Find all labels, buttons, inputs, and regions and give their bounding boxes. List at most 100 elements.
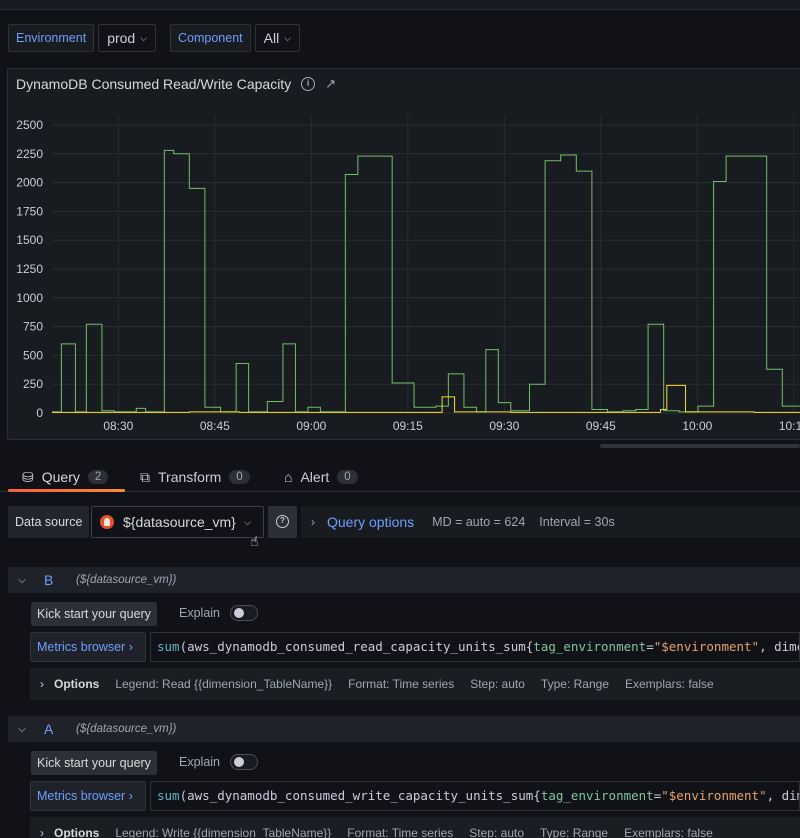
tab-query[interactable]: ⛁ Query 2 (22, 462, 109, 492)
query-options-label: Query options (327, 514, 415, 530)
tab-alert[interactable]: ⌂ Alert 0 (284, 462, 358, 492)
tab-alert-label: Alert (300, 469, 330, 485)
expr-rest: , dimension_TableName=~"$component.*"}) … (766, 788, 799, 803)
x-tick-label: 08:45 (200, 419, 230, 433)
options-step: Step: auto (469, 826, 525, 838)
query-editor-row: Metrics browser › sum(aws_dynamodb_consu… (30, 632, 800, 662)
options-title: Options (54, 677, 100, 691)
y-tick-label: 1500 (16, 233, 43, 247)
chevron-down-icon: ⌵ (244, 517, 251, 527)
editor-tabs: ⛁ Query 2 ⧉ Transform 0 ⌂ Alert 0 (0, 462, 800, 492)
expr-label-key: tag_environment (540, 788, 654, 803)
query-expression-input[interactable]: sum(aws_dynamodb_consumed_read_capacity_… (150, 632, 800, 662)
tab-transform-count: 0 (229, 470, 250, 484)
series-line (52, 149, 800, 413)
kick-start-query-button[interactable]: Kick start your query (31, 751, 157, 775)
top-navbar (0, 0, 800, 10)
options-format: Format: Time series (348, 677, 455, 691)
y-tick-label: 1250 (16, 262, 43, 276)
metrics-browser-label: Metrics browser (37, 640, 126, 654)
variable-label-environment: Environment (8, 24, 95, 52)
query-options-row[interactable]: › Options Legend: Read {{dimension_Table… (30, 668, 800, 700)
options-type: Type: Range (540, 826, 609, 838)
y-tick-label: 2250 (16, 147, 43, 161)
collapse-chevron-icon[interactable]: ⌵ (8, 575, 36, 586)
datasource-value: ${datasource_vm} (123, 514, 236, 530)
expr-label-key: tag_environment (533, 639, 647, 654)
y-tick-label: 250 (23, 377, 43, 391)
options-title: Options (54, 826, 100, 838)
query-row-header[interactable]: ⌵ B (${datasource_vm}) (8, 567, 800, 593)
kick-start-query-button[interactable]: Kick start your query (31, 602, 157, 626)
tab-query-label: Query (41, 469, 80, 485)
environment-select-value: prod (107, 30, 136, 46)
query-options[interactable]: › Query options MD = auto = 624 Interval… (301, 506, 800, 538)
options-exemplars: Exemplars: false (624, 677, 714, 691)
time-series-chart[interactable]: 0 250 500 750 1000 1250 1500 1750 2000 2250 2500 08… (8, 69, 800, 441)
active-tab-indicator (8, 489, 125, 492)
options-type: Type: Range (540, 677, 609, 691)
y-tick-label: 750 (23, 320, 43, 334)
bell-icon: ⌂ (284, 469, 293, 485)
graph-panel: DynamoDB Consumed Read/Write Capacity i … (7, 68, 800, 440)
options-exemplars: Exemplars: false (624, 826, 713, 838)
explain-toggle-group: Explain (179, 750, 258, 774)
expr-metric: (aws_dynamodb_consumed_write_capacity_un… (179, 788, 541, 803)
expr-function: sum (157, 639, 180, 654)
collapse-chevron-icon[interactable]: ⌵ (8, 724, 36, 735)
query-row-header[interactable]: ⌵ A (${datasource_vm}) (8, 716, 800, 742)
component-select-value: All (263, 30, 280, 46)
metrics-browser-button[interactable]: Metrics browser › (30, 632, 146, 662)
chevron-down-icon: ⌵ (284, 33, 292, 43)
datasource-picker[interactable]: ${datasource_vm} ⌵ (91, 506, 264, 538)
chevron-right-icon: › (40, 826, 44, 838)
explain-label: Explain (179, 755, 220, 769)
y-tick-label: 0 (36, 406, 43, 420)
query-options-md: MD = auto = 624 (432, 515, 526, 529)
x-tick-label: 09:15 (393, 419, 423, 433)
variable-label-component: Component (170, 24, 251, 52)
expr-rest: , dimension_TableName=~"$component.*"}) … (759, 639, 799, 654)
tab-transform[interactable]: ⧉ Transform 0 (140, 462, 250, 492)
y-tick-label: 2500 (16, 118, 43, 132)
horizontal-scrollbar[interactable] (600, 444, 800, 448)
options-legend: Legend: Write {{dimension_TableName}} (115, 826, 332, 838)
tab-query-count: 2 (87, 470, 109, 484)
y-tick-label: 2000 (16, 176, 43, 190)
metrics-browser-button[interactable]: Metrics browser › (30, 781, 146, 811)
variable-environment: Environment prod ⌵ (8, 24, 157, 52)
x-tick-label: 08:30 (103, 419, 133, 433)
y-tick-label: 1000 (16, 291, 43, 305)
explain-toggle[interactable] (230, 605, 258, 621)
chevron-right-icon: › (40, 677, 44, 691)
prometheus-icon (100, 515, 114, 529)
query-expression-input[interactable]: sum(aws_dynamodb_consumed_write_capacity… (150, 781, 800, 811)
x-tick-label: 09:00 (296, 419, 326, 433)
datasource-row: Data source ${datasource_vm} ⌵ ? › Query… (0, 506, 800, 538)
query-editor-row: Metrics browser › sum(aws_dynamodb_consu… (30, 781, 800, 811)
chevron-right-icon: › (128, 789, 133, 803)
explain-label: Explain (179, 606, 220, 620)
explain-toggle-group: Explain (179, 601, 258, 625)
datasource-help-button[interactable]: ? (268, 506, 297, 538)
transform-icon: ⧉ (140, 468, 150, 485)
variable-component: Component All ⌵ (170, 24, 301, 52)
environment-select[interactable]: prod ⌵ (98, 24, 157, 52)
options-step: Step: auto (470, 677, 525, 691)
query-ref-id[interactable]: B (36, 572, 76, 588)
metrics-browser-label: Metrics browser (37, 789, 126, 803)
tab-alert-count: 0 (337, 470, 358, 484)
y-tick-label: 1750 (16, 204, 43, 218)
database-icon: ⛁ (22, 468, 34, 485)
query-datasource-name: (${datasource_vm}) (76, 574, 177, 586)
query-ref-id[interactable]: A (36, 721, 76, 737)
query-datasource-name: (${datasource_vm}) (76, 723, 177, 735)
component-select[interactable]: All ⌵ (254, 24, 301, 52)
question-icon: ? (276, 515, 289, 528)
x-tick-label: 09:30 (489, 419, 519, 433)
y-tick-label: 500 (23, 348, 43, 362)
explain-toggle[interactable] (230, 754, 258, 770)
x-tick-label: 10:00 (682, 419, 712, 433)
datasource-label: Data source (8, 506, 90, 538)
query-options-row[interactable]: › Options Legend: Write {{dimension_Tabl… (30, 817, 800, 838)
